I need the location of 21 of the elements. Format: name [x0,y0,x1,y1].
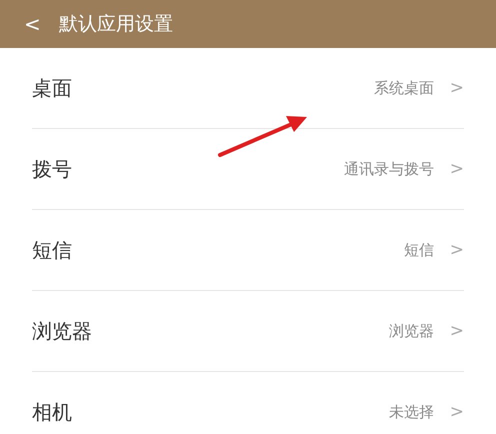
setting-value: 系统桌面 [374,78,434,98]
setting-label: 浏览器 [32,318,92,344]
setting-value: 通讯录与拨号 [344,160,434,178]
page-title: 默认应用设置 [58,12,173,37]
setting-value: 未选择 [388,402,434,422]
setting-label: 相机 [32,398,72,426]
settings-row[interactable]: 浏览器 浏览器 > [32,291,464,372]
setting-label: 桌面 [32,74,72,102]
chevron-icon: > [450,240,464,260]
settings-row[interactable]: 拨号 通讯录与拨号 > [32,129,464,210]
settings-row[interactable]: 相机 未选择 > [32,372,464,434]
setting-value: 短信 [404,240,434,260]
settings-row[interactable]: 短信 短信 > [32,210,464,291]
chevron-icon: > [450,402,464,422]
chevron-icon: > [450,78,464,98]
setting-label: 拨号 [32,156,72,182]
setting-value: 浏览器 [388,322,434,340]
setting-label: 短信 [32,236,72,264]
back-button[interactable]: < [24,12,41,36]
chevron-icon: > [450,159,464,179]
chevron-icon: > [450,321,464,341]
